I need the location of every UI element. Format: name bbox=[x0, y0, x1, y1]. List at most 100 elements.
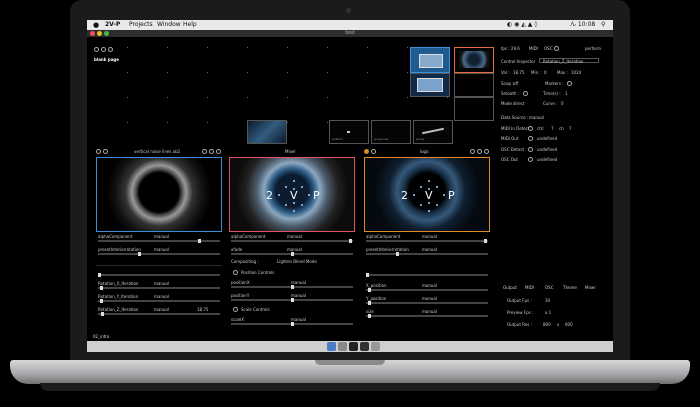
left-row-3-mode[interactable]: manual bbox=[154, 307, 169, 312]
app-dock-icon[interactable] bbox=[349, 342, 358, 351]
right-param-slider[interactable] bbox=[366, 252, 488, 256]
osc-detect-toggle[interactable] bbox=[528, 147, 533, 152]
preview-fps-value[interactable]: x 1 bbox=[545, 310, 551, 315]
menu-help[interactable]: Help bbox=[183, 20, 197, 30]
positiony-slider[interactable] bbox=[231, 298, 353, 302]
left-preset-slider[interactable] bbox=[98, 273, 220, 277]
osc-out-toggle[interactable] bbox=[528, 157, 533, 162]
datasource-value[interactable]: manual bbox=[529, 115, 544, 120]
finder-dock-icon[interactable] bbox=[327, 342, 336, 351]
right-row-1-mode[interactable]: manual bbox=[422, 283, 437, 288]
zoom-window-icon[interactable] bbox=[104, 31, 109, 36]
left-alpha-mode[interactable]: manual bbox=[154, 234, 169, 239]
app-menu[interactable]: 2V-P bbox=[105, 20, 120, 30]
scene-thumb-4[interactable] bbox=[454, 73, 494, 97]
perform-toggle[interactable]: perform bbox=[585, 46, 601, 51]
apple-menu-icon[interactable]: ● bbox=[93, 20, 99, 30]
osc-detect-value[interactable]: undefined bbox=[537, 147, 557, 152]
mixer-preview[interactable]: 2 V P bbox=[229, 157, 355, 232]
terminal-dock-icon[interactable] bbox=[360, 342, 369, 351]
left-row-1-mode[interactable]: manual bbox=[154, 281, 169, 286]
scene-thumb-8[interactable]: grayscale bbox=[371, 120, 411, 144]
right-row-2-slider[interactable] bbox=[366, 301, 488, 305]
right-row-3-slider[interactable] bbox=[366, 314, 488, 318]
mixer-xfade-slider[interactable] bbox=[231, 252, 353, 256]
scene-thumb-5[interactable] bbox=[454, 97, 494, 121]
left-row-2-slider[interactable] bbox=[98, 299, 220, 303]
close-window-icon[interactable] bbox=[90, 31, 95, 36]
left-row-2-mode[interactable]: manual bbox=[154, 294, 169, 299]
midi-out-toggle[interactable] bbox=[528, 136, 533, 141]
tab-output[interactable]: Output bbox=[503, 285, 517, 290]
tab-theme[interactable]: Theme bbox=[563, 285, 577, 290]
left-layer-opt2-button[interactable] bbox=[209, 149, 214, 154]
position-controls-toggle[interactable] bbox=[233, 270, 238, 275]
scene-thumb-3[interactable] bbox=[410, 73, 450, 97]
left-alpha-slider[interactable] bbox=[98, 239, 220, 243]
trash-dock-icon[interactable] bbox=[371, 342, 380, 351]
osc-toggle[interactable]: OSC bbox=[544, 46, 552, 51]
left-layer-preview[interactable] bbox=[96, 157, 222, 232]
right-layer-active-indicator[interactable] bbox=[364, 149, 369, 154]
midi-toggle[interactable]: MIDI bbox=[529, 46, 538, 51]
menu-window[interactable]: Window bbox=[157, 20, 181, 30]
left-param-mode[interactable]: manual bbox=[154, 247, 169, 252]
scene-thumb-6[interactable] bbox=[247, 120, 287, 144]
mixer-alpha-mode[interactable]: manual bbox=[287, 234, 302, 239]
left-layer-close-button[interactable] bbox=[216, 149, 221, 154]
midi-in-toggle[interactable] bbox=[528, 126, 533, 131]
scene-thumb-1[interactable] bbox=[410, 47, 450, 73]
output-res-width[interactable]: 800 bbox=[543, 322, 551, 327]
osc-out-value[interactable]: undefined bbox=[537, 157, 557, 162]
blend-mode-select[interactable]: Lighten Blend Mode bbox=[277, 259, 317, 264]
ch-value[interactable]: 7 bbox=[569, 126, 572, 131]
right-layer-menu-button[interactable] bbox=[371, 149, 376, 154]
time-value[interactable]: 1 bbox=[565, 91, 568, 96]
mode-value[interactable]: direct bbox=[513, 101, 524, 106]
scalex-slider[interactable] bbox=[231, 322, 353, 326]
midi-out-value[interactable]: undefined bbox=[537, 136, 557, 141]
left-row-3-slider[interactable] bbox=[98, 312, 220, 316]
right-layer-close-button[interactable] bbox=[484, 149, 489, 154]
right-row-2-mode[interactable]: manual bbox=[422, 296, 437, 301]
positionx-slider[interactable] bbox=[231, 285, 353, 289]
right-layer-preview[interactable]: 2 V P bbox=[364, 157, 490, 232]
left-row-1-slider[interactable] bbox=[98, 286, 220, 290]
scene-thumb-7[interactable]: pattern bbox=[329, 120, 369, 144]
scale-controls-toggle[interactable] bbox=[233, 307, 238, 312]
spotlight-icon[interactable]: ⚲ bbox=[601, 20, 605, 30]
curve-value[interactable]: 0 bbox=[561, 101, 564, 106]
output-fps-value[interactable]: 30 bbox=[545, 298, 550, 303]
mixer-xfade-mode[interactable]: manual bbox=[287, 247, 302, 252]
left-layer-opt1-button[interactable] bbox=[202, 149, 207, 154]
min-value[interactable]: 0 bbox=[544, 70, 547, 75]
smooth-toggle[interactable] bbox=[523, 91, 528, 96]
snap-value[interactable]: off bbox=[513, 81, 518, 86]
left-layer-menu-button[interactable] bbox=[103, 149, 108, 154]
right-row-1-slider[interactable] bbox=[366, 288, 488, 292]
mixer-alpha-slider[interactable] bbox=[231, 239, 353, 243]
left-layer-add-button[interactable] bbox=[96, 149, 101, 154]
right-row-3-mode[interactable]: manual bbox=[422, 309, 437, 314]
menu-projects[interactable]: Projects bbox=[129, 20, 153, 30]
right-alpha-mode[interactable]: manual bbox=[422, 234, 437, 239]
max-value[interactable]: 1024 bbox=[571, 70, 581, 75]
right-layer-opt1-button[interactable] bbox=[470, 149, 475, 154]
minimize-window-icon[interactable] bbox=[97, 31, 102, 36]
right-layer-opt2-button[interactable] bbox=[477, 149, 482, 154]
scene-thumb-2[interactable] bbox=[454, 47, 494, 73]
tab-midi[interactable]: MIDI bbox=[525, 285, 534, 290]
scene-thumb-9[interactable]: spray bbox=[413, 120, 453, 144]
output-res-height[interactable]: 600 bbox=[565, 322, 573, 327]
ctrl-value[interactable]: 7 bbox=[551, 126, 554, 131]
left-param-slider[interactable] bbox=[98, 252, 220, 256]
tab-osc[interactable]: OSC bbox=[545, 285, 553, 290]
right-alpha-slider[interactable] bbox=[366, 239, 488, 243]
markers-toggle[interactable] bbox=[567, 81, 572, 86]
osc-indicator[interactable] bbox=[554, 46, 559, 51]
right-preset-slider[interactable] bbox=[366, 273, 488, 277]
val-value[interactable]: 18.75 bbox=[513, 70, 524, 75]
tab-mixer[interactable]: Mixer bbox=[585, 285, 596, 290]
right-param-mode[interactable]: manual bbox=[422, 247, 437, 252]
settings-dock-icon[interactable] bbox=[338, 342, 347, 351]
